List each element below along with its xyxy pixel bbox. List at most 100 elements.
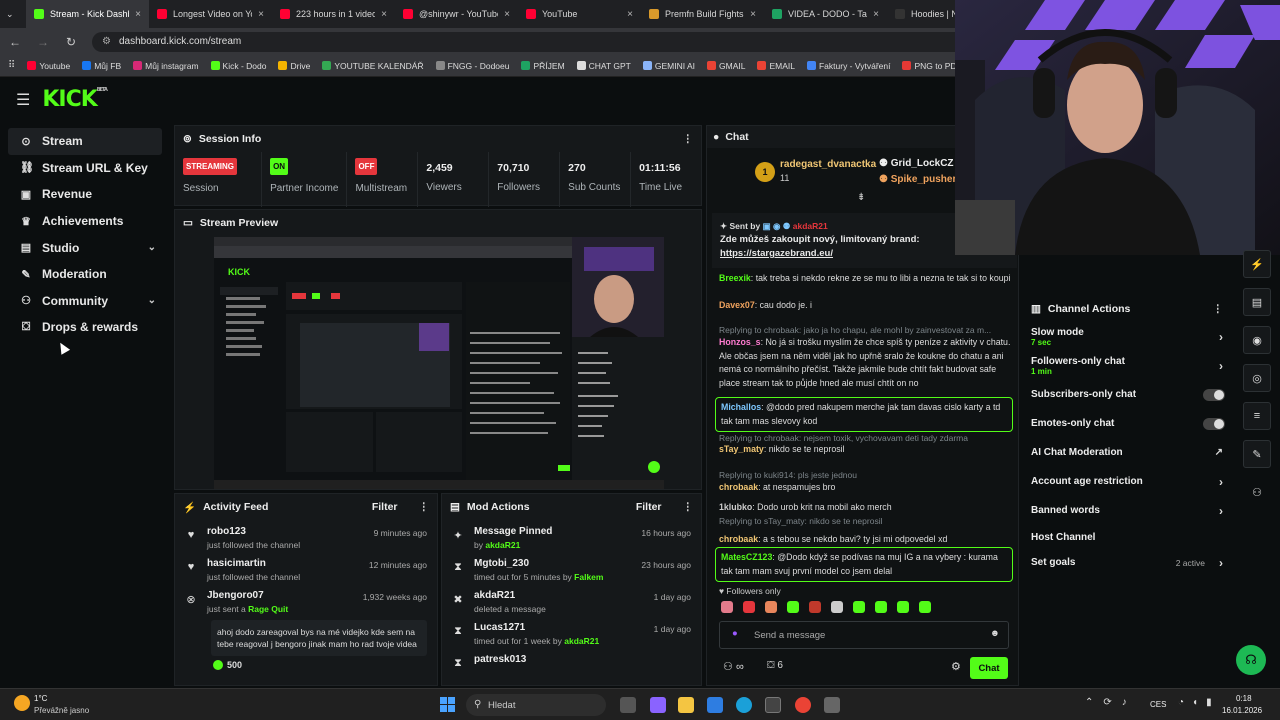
copilot-icon[interactable] — [650, 697, 666, 713]
site-info-icon[interactable]: ⚙ — [102, 36, 111, 47]
browser-tab[interactable]: YouTube × — [518, 0, 641, 28]
explorer-icon[interactable] — [678, 697, 694, 713]
more-icon[interactable]: ⋮ — [683, 501, 694, 513]
stream-preview-video[interactable]: KICK — [214, 237, 664, 489]
toggle-switch[interactable] — [1203, 417, 1225, 430]
edge-icon[interactable] — [736, 697, 752, 713]
close-icon[interactable]: × — [750, 9, 756, 20]
clock-date[interactable]: 16.01.2026 — [1222, 706, 1262, 715]
bookmark-item[interactable]: Faktury - Vytváření — [806, 61, 890, 71]
channel-action-subscribers-only-chat[interactable]: Subscribers-only chat — [1025, 380, 1231, 409]
mod-action-title[interactable]: patresk013 — [474, 654, 526, 665]
forward-icon[interactable]: → — [36, 35, 50, 49]
channel-action-host-channel[interactable]: Host Channel — [1025, 525, 1231, 550]
support-button[interactable]: ☊ — [1236, 645, 1266, 675]
reload-icon[interactable]: ↻ — [64, 35, 78, 49]
browser-tab[interactable]: Premfn Build Fights × — [641, 0, 764, 28]
sidebar-item-community[interactable]: ⚇ Community ⌄ — [8, 288, 162, 315]
external-link-icon[interactable]: ↗ — [1215, 447, 1223, 458]
close-icon[interactable]: × — [258, 9, 264, 20]
chat-input[interactable]: ● Send a message ☻ — [719, 621, 1009, 649]
mod-action-user[interactable]: akdaR21 — [564, 636, 599, 646]
people-icon[interactable]: ⚇ — [1243, 478, 1271, 506]
store-icon[interactable] — [707, 697, 723, 713]
bookmark-item[interactable]: GMAIL — [707, 61, 745, 71]
chevron-right-icon[interactable]: › — [1219, 359, 1223, 373]
emote-icon[interactable] — [787, 601, 799, 613]
channel-action-ai-chat-moderation[interactable]: AI Chat Moderation ↗ — [1025, 438, 1231, 467]
channel-action-account-age-restriction[interactable]: Account age restriction › — [1025, 467, 1231, 496]
list-icon[interactable]: ≡ — [1243, 402, 1271, 430]
browser-tab[interactable]: Stream - Kick Dashb × — [26, 0, 149, 28]
mod-action-title[interactable]: Message Pinned — [474, 526, 552, 537]
emote-icon[interactable] — [809, 601, 821, 613]
chevron-right-icon[interactable]: › — [1219, 330, 1223, 344]
emoji-icon[interactable]: ☻ — [990, 628, 1000, 639]
message-icon[interactable]: ◉ — [1243, 326, 1271, 354]
bookmark-item[interactable]: Youtube — [27, 61, 70, 71]
close-icon[interactable]: × — [135, 9, 141, 20]
chevron-down-icon[interactable]: ⌄ — [148, 295, 156, 306]
taskbar-search[interactable]: ⚲ Hledat — [466, 694, 606, 716]
chat-username[interactable]: chrobaak — [719, 534, 758, 544]
chevron-right-icon[interactable]: › — [1219, 504, 1223, 518]
emote-icon[interactable] — [765, 601, 777, 613]
sidebar-item-stream-url-key[interactable]: ⛓ Stream URL & Key — [8, 155, 162, 182]
browser-tab[interactable]: VIDEA - DODO - Tab × — [764, 0, 887, 28]
close-icon[interactable]: × — [504, 9, 510, 20]
sidebar-item-studio[interactable]: ▤ Studio ⌄ — [8, 234, 162, 261]
chat-username[interactable]: Davex07 — [719, 300, 755, 310]
mod-action-user[interactable]: akdaR21 — [485, 540, 520, 550]
calculator-icon[interactable] — [824, 697, 840, 713]
gift-recipient-name[interactable]: Grid_LockCZ — [891, 158, 954, 169]
task-view-icon[interactable] — [620, 697, 636, 713]
viewer-list-button[interactable]: ⚇ ∞ — [723, 660, 744, 673]
emote-icon[interactable] — [831, 601, 843, 613]
terminal-icon[interactable] — [765, 697, 781, 713]
activity-user[interactable]: robo123 — [207, 526, 300, 537]
sidebar-item-drops-rewards[interactable]: ⛋ Drops & rewards — [8, 314, 162, 341]
bookmark-item[interactable]: FNGG - Dodoeu — [435, 61, 509, 71]
bookmark-item[interactable]: Kick - Dodo — [210, 61, 266, 71]
tray-status-icons[interactable]: ◔◖▮ — [1178, 697, 1220, 708]
broadcast-icon[interactable]: ◎ — [1243, 364, 1271, 392]
activity-user[interactable]: Jbengoro07 — [207, 590, 288, 601]
activity-filter-button[interactable]: Filter — [372, 501, 398, 513]
mic-icon[interactable]: ● — [732, 628, 738, 639]
mod-action-title[interactable]: akdaR21 — [474, 590, 546, 601]
chevron-right-icon[interactable]: › — [1219, 475, 1223, 489]
flash-icon[interactable]: ⚡ — [1243, 250, 1271, 278]
gift-recipient-name[interactable]: Spike_pusher — [891, 174, 957, 185]
start-button[interactable] — [440, 697, 455, 712]
chevron-down-icon[interactable]: ⌄ — [148, 242, 156, 253]
gift-count-button[interactable]: ⛋ 6 — [767, 660, 783, 671]
tray-icons[interactable]: ⌃⟳♪ — [1085, 697, 1137, 708]
gifter-name[interactable]: radegast_dvanactka — [780, 159, 876, 170]
close-icon[interactable]: × — [873, 9, 879, 20]
channel-action-banned-words[interactable]: Banned words › — [1025, 496, 1231, 525]
chat-username[interactable]: MatesCZ123 — [721, 552, 772, 562]
chat-username[interactable]: Michallos — [721, 402, 761, 412]
sidebar-item-revenue[interactable]: ▣ Revenue — [8, 181, 162, 208]
chat-username[interactable]: Honzos_s — [719, 337, 761, 347]
scroll-down-icon[interactable]: ⇟ — [857, 192, 865, 203]
emote-icon[interactable] — [721, 601, 733, 613]
more-icon[interactable]: ⋮ — [683, 133, 694, 145]
bookmark-item[interactable]: EMAIL — [757, 61, 795, 71]
chrome-icon[interactable] — [795, 697, 811, 713]
bookmark-item[interactable]: Můj instagram — [133, 61, 199, 71]
channel-action-emotes-only-chat[interactable]: Emotes-only chat — [1025, 409, 1231, 438]
emote-icon[interactable] — [875, 601, 887, 613]
mod-action-user[interactable]: Falkem — [574, 572, 603, 582]
bookmark-item[interactable]: CHAT GPT — [576, 61, 631, 71]
emote-icon[interactable] — [743, 601, 755, 613]
emote-icon[interactable] — [897, 601, 909, 613]
close-icon[interactable]: × — [627, 9, 633, 20]
clock-time[interactable]: 0:18 — [1236, 694, 1252, 703]
chat-username[interactable]: Breexik — [719, 273, 751, 283]
browser-tab[interactable]: 223 hours in 1 video × — [272, 0, 395, 28]
back-icon[interactable]: ← — [8, 35, 22, 49]
wrench-icon[interactable]: ✎ — [1243, 440, 1271, 468]
sidebar-item-achievements[interactable]: ♛ Achievements — [8, 208, 162, 235]
activity-user[interactable]: hasicimartin — [207, 558, 300, 569]
